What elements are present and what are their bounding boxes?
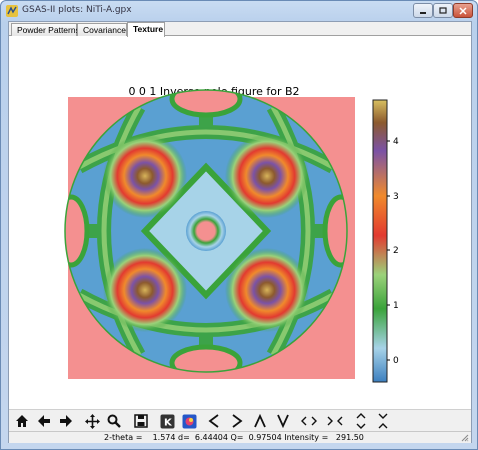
home-button[interactable] bbox=[12, 411, 32, 431]
svg-text:K: K bbox=[164, 417, 173, 428]
contract-vertical-button[interactable] bbox=[373, 411, 393, 431]
minimize-button[interactable] bbox=[413, 3, 433, 18]
arrow-left-button[interactable] bbox=[204, 411, 224, 431]
back-button[interactable] bbox=[34, 411, 54, 431]
save-icon bbox=[134, 414, 148, 428]
save-button[interactable] bbox=[131, 411, 151, 431]
colorbar-tick-4: 4 bbox=[393, 137, 399, 147]
arrow-left-icon bbox=[208, 414, 219, 428]
lobe-bottom-left bbox=[103, 248, 187, 332]
lobe-top-left bbox=[103, 134, 187, 218]
colorbar-ticks: 0 1 2 3 4 bbox=[387, 137, 399, 366]
maximize-button[interactable] bbox=[433, 3, 453, 18]
tab-powder-patterns[interactable]: Powder Patterns bbox=[11, 23, 80, 36]
home-icon bbox=[16, 415, 28, 427]
colorbar bbox=[372, 99, 388, 383]
back-icon bbox=[38, 415, 50, 427]
pan-button[interactable] bbox=[82, 411, 102, 431]
resize-grip-icon[interactable] bbox=[461, 434, 469, 442]
forward-button[interactable] bbox=[56, 411, 76, 431]
close-button[interactable] bbox=[453, 3, 473, 18]
colorbar-tick-3: 3 bbox=[393, 192, 399, 202]
key-press-button[interactable]: K bbox=[157, 411, 177, 431]
lobe-top-right bbox=[225, 134, 309, 218]
app-window: GSAS-II plots: NiTi-A.gpx Powder Pattern… bbox=[0, 0, 478, 450]
zoom-icon bbox=[107, 414, 121, 428]
colorbar-tick-1: 1 bbox=[393, 301, 399, 311]
contract-h-icon bbox=[327, 416, 343, 426]
tab-covariance[interactable]: Covariance bbox=[77, 23, 127, 36]
tab-texture[interactable]: Texture bbox=[127, 22, 165, 37]
pan-icon bbox=[84, 413, 100, 429]
colorbar-tick-2: 2 bbox=[393, 246, 399, 256]
close-icon bbox=[459, 6, 467, 15]
cursor-readout: 2-theta = 1.574 d= 6.44404 Q= 0.97504 In… bbox=[104, 433, 364, 442]
arrow-up-icon bbox=[254, 414, 266, 428]
expand-horizontal-button[interactable] bbox=[299, 411, 319, 431]
expand-vertical-button[interactable] bbox=[351, 411, 371, 431]
app-icon bbox=[6, 5, 18, 17]
key-icon: K bbox=[160, 414, 174, 428]
palette-icon bbox=[182, 414, 196, 428]
contract-horizontal-button[interactable] bbox=[325, 411, 345, 431]
lobe-bottom-right bbox=[225, 248, 309, 332]
arrow-up-button[interactable] bbox=[250, 411, 270, 431]
arrow-right-button[interactable] bbox=[227, 411, 247, 431]
expand-h-icon bbox=[301, 416, 317, 426]
forward-icon bbox=[60, 415, 72, 427]
title-bar[interactable]: GSAS-II plots: NiTi-A.gpx bbox=[1, 1, 477, 22]
palette-button[interactable] bbox=[179, 411, 199, 431]
status-bar: 2-theta = 1.574 d= 6.44404 Q= 0.97504 In… bbox=[9, 431, 471, 443]
plot-toolbar: K bbox=[9, 409, 471, 431]
pole-figure-svg: 0 1 2 3 4 bbox=[64, 89, 399, 383]
contract-v-icon bbox=[378, 413, 388, 429]
colorbar-tick-0: 0 bbox=[393, 356, 399, 366]
client-area: Powder Patterns Covariance Texture 0 0 1… bbox=[8, 21, 472, 443]
arrow-down-icon bbox=[277, 414, 289, 428]
expand-v-icon bbox=[356, 413, 366, 429]
minimize-icon bbox=[420, 11, 426, 14]
zoom-button[interactable] bbox=[104, 411, 124, 431]
plot-canvas[interactable]: 0 0 1 Inverse pole figure for B2 bbox=[9, 37, 471, 409]
plot-tabs: Powder Patterns Covariance Texture bbox=[9, 22, 471, 37]
arrow-right-icon bbox=[232, 414, 243, 428]
maximize-icon bbox=[439, 6, 447, 14]
arrow-down-button[interactable] bbox=[273, 411, 293, 431]
window-title: GSAS-II plots: NiTi-A.gpx bbox=[22, 5, 132, 15]
